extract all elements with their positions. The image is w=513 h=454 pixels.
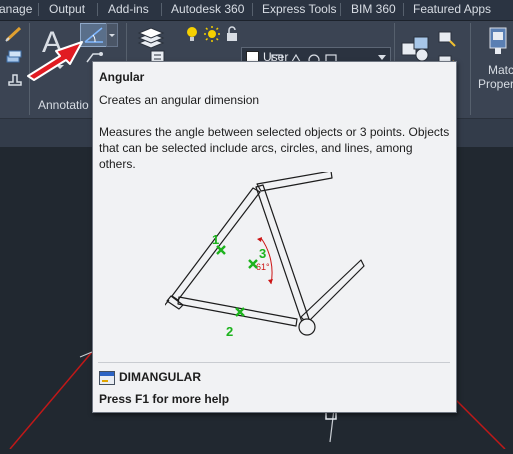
diagram-angle-arc (260, 237, 273, 285)
unlock-icon[interactable] (224, 25, 240, 43)
sun-icon[interactable] (203, 25, 221, 43)
angular-tooltip: Angular Creates an angular dimension Mea… (92, 61, 457, 413)
tooltip-divider (98, 362, 450, 363)
dimension-dropdown-button[interactable] (106, 23, 118, 47)
tab-autodesk-360[interactable]: Autodesk 360 (171, 2, 244, 16)
tab-separator (161, 3, 162, 16)
pointer-arrow-icon (27, 41, 83, 81)
diagram-marker-x (235, 307, 245, 317)
diagram-marker-label: 1 (212, 232, 219, 247)
tab-bim-360[interactable]: BIM 360 (351, 2, 396, 16)
tab-separator (252, 3, 253, 16)
diagram-arc-arrow-end (268, 279, 273, 284)
chevron-down-icon (109, 34, 115, 37)
diagram-top-tube (256, 172, 333, 192)
tooltip-description: Measures the angle between selected obje… (99, 125, 450, 171)
command-line-icon (99, 371, 115, 385)
diagram-arc-arrow-start (257, 237, 262, 242)
tab-featured-apps[interactable]: Featured Apps (413, 2, 491, 16)
layer-stack-icon[interactable] (4, 48, 24, 64)
insert-block-icon[interactable] (400, 33, 434, 63)
pencil-icon[interactable] (4, 25, 24, 43)
ribbon-tab-bar: anage Output Add-ins Autodesk 360 Expres… (0, 0, 513, 21)
tab-output[interactable]: Output (49, 2, 85, 16)
diagram-marker-label: 3 (259, 246, 266, 261)
tooltip-subtitle: Creates an angular dimension (99, 93, 260, 107)
stamp-icon[interactable] (5, 71, 25, 89)
tab-separator (97, 3, 98, 16)
panel-separator (470, 23, 471, 115)
annotation-panel-label[interactable]: Annotatio (38, 98, 89, 112)
tooltip-help-hint: Press F1 for more help (99, 392, 230, 406)
create-block-icon[interactable] (436, 29, 458, 49)
diagram-bottom-bracket (298, 318, 316, 336)
tab-add-ins[interactable]: Add-ins (108, 2, 149, 16)
tooltip-title: Angular (99, 70, 145, 84)
angular-dimension-diagram: 61° 1 3 2 (165, 172, 365, 339)
tab-separator (340, 3, 341, 16)
match-properties-label[interactable]: Matc (488, 63, 513, 77)
diagram-angle-label: 61° (256, 262, 270, 272)
diagram-seat-stay (300, 259, 365, 324)
tab-express-tools[interactable]: Express Tools (262, 2, 336, 16)
diagram-marker-x (216, 245, 226, 255)
match-properties-icon[interactable] (486, 26, 510, 56)
lightbulb-icon[interactable] (184, 25, 200, 43)
tab-separator (403, 3, 404, 16)
diagram-chain-stay (177, 296, 298, 327)
tooltip-command-name: DIMANGULAR (119, 370, 201, 384)
match-properties-label[interactable]: Proper (478, 77, 513, 91)
tab-manage[interactable]: anage (0, 2, 32, 16)
tab-separator (38, 3, 39, 16)
diagram-marker-label: 2 (226, 324, 233, 339)
